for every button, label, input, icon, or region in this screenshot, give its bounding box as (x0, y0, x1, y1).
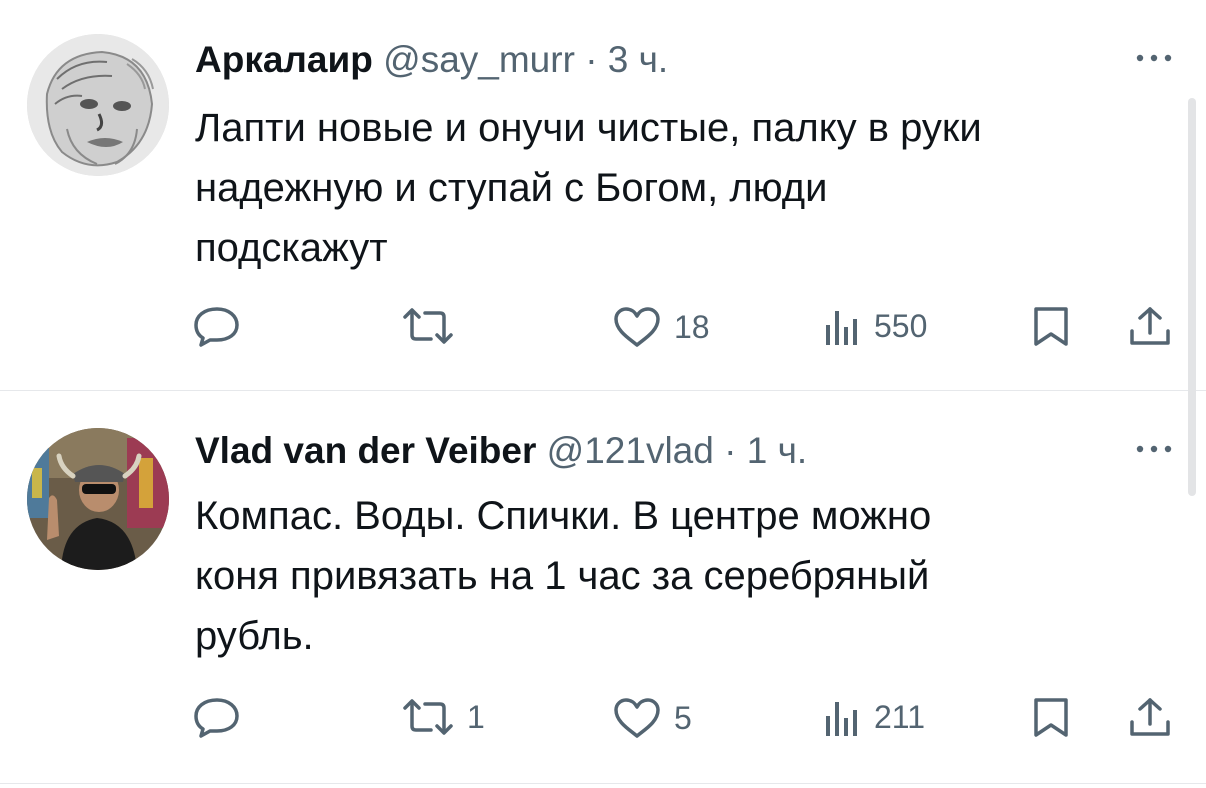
bookmark-icon (1030, 696, 1072, 738)
like-button[interactable]: 18 (612, 305, 710, 349)
reply-icon (193, 696, 241, 738)
views-button[interactable]: 550 (822, 305, 927, 347)
author-name[interactable]: Аркалаир (195, 39, 373, 80)
retweet-button[interactable] (401, 305, 467, 347)
bookmark-icon (1030, 305, 1072, 347)
tweet-text: Компас. Воды. Спички. В центре можно кон… (195, 494, 932, 658)
share-button[interactable] (1127, 305, 1173, 347)
tweet[interactable]: Аркалаир @say_murr · 3 ч. Лапти новые и … (0, 0, 1206, 390)
views-icon (822, 696, 862, 738)
tweet-text: Лапти новые и онучи чистые, палку в руки… (195, 106, 982, 270)
avatar[interactable] (27, 34, 169, 176)
divider (0, 783, 1206, 784)
author-handle[interactable]: @say_murr (383, 39, 575, 80)
more-icon[interactable] (1132, 48, 1176, 68)
heart-icon (612, 305, 662, 349)
share-button[interactable] (1127, 696, 1173, 738)
avatar[interactable] (27, 428, 169, 570)
views-button[interactable]: 211 (822, 696, 925, 738)
separator: · (724, 430, 737, 471)
like-button[interactable]: 5 (612, 696, 692, 740)
more-icon[interactable] (1132, 439, 1176, 459)
timestamp[interactable]: 3 ч. (608, 39, 668, 80)
retweet-icon (401, 696, 455, 738)
reply-button[interactable] (193, 305, 253, 347)
bookmark-button[interactable] (1030, 305, 1072, 347)
tweet-header: Аркалаир @say_murr · 3 ч. (195, 38, 668, 82)
scrollbar[interactable] (1188, 98, 1196, 496)
retweet-count: 1 (467, 698, 485, 735)
retweet-button[interactable]: 1 (401, 696, 485, 738)
author-name[interactable]: Vlad van der Veiber (195, 430, 536, 471)
bookmark-button[interactable] (1030, 696, 1072, 738)
views-count: 550 (874, 307, 928, 344)
tweet[interactable]: Vlad van der Veiber @121vlad · 1 ч. Комп… (0, 391, 1206, 783)
like-count: 18 (674, 308, 710, 345)
reply-icon (193, 305, 241, 347)
heart-icon (612, 696, 662, 740)
separator: · (585, 39, 598, 80)
views-count: 211 (874, 698, 926, 735)
tweet-header: Vlad van der Veiber @121vlad · 1 ч. (195, 429, 807, 473)
like-count: 5 (674, 699, 692, 736)
share-icon (1127, 305, 1173, 347)
retweet-icon (401, 305, 455, 347)
timestamp[interactable]: 1 ч. (747, 430, 807, 471)
reply-button[interactable] (193, 696, 253, 738)
share-icon (1127, 696, 1173, 738)
views-icon (822, 305, 862, 347)
author-handle[interactable]: @121vlad (547, 430, 714, 471)
